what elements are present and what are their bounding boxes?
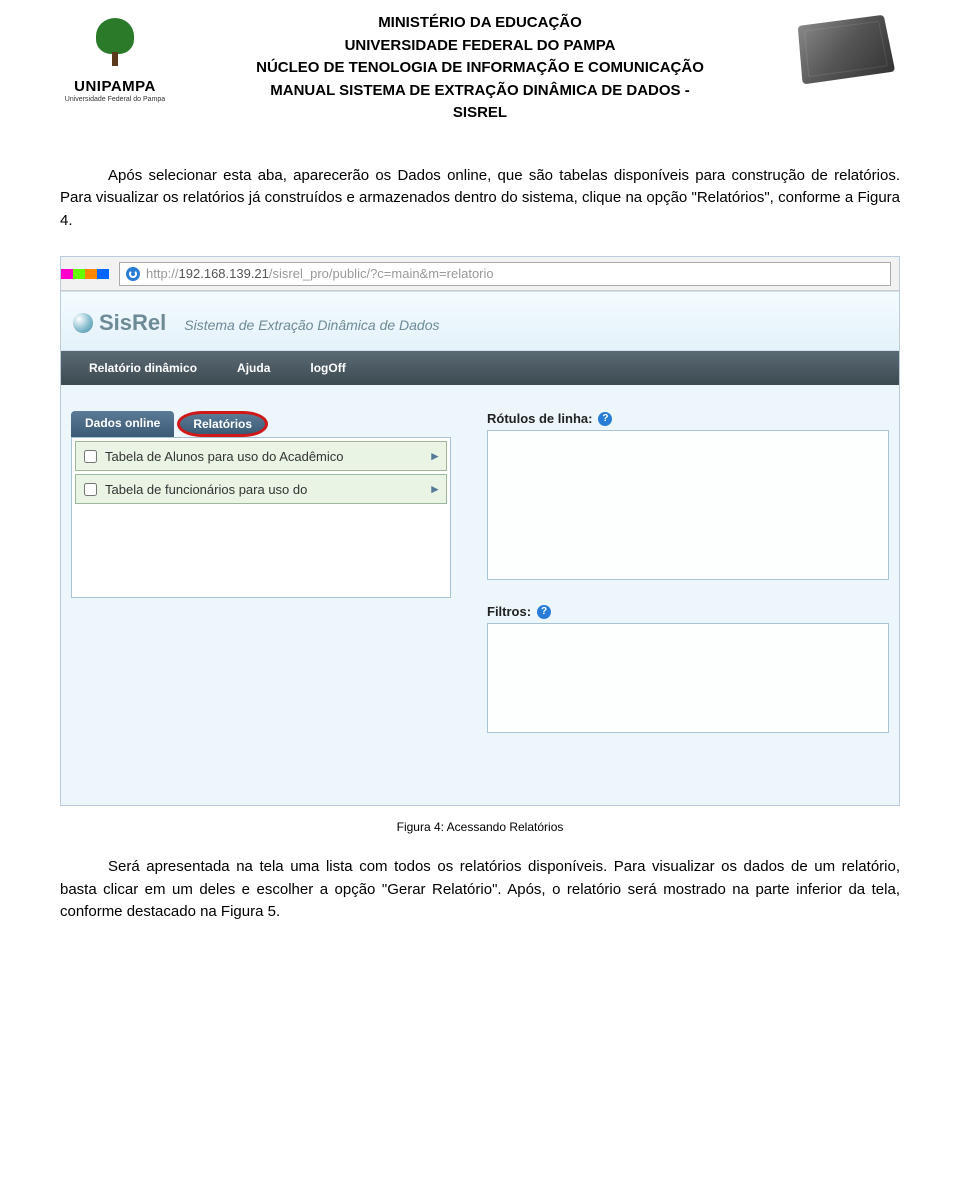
- app-body: Dados online Relatórios Tabela de Alunos…: [61, 385, 899, 805]
- tab-relatorios[interactable]: Relatórios: [177, 411, 268, 437]
- row-labels-text: Rótulos de linha:: [487, 411, 592, 426]
- tree-icon: [65, 18, 165, 78]
- list-item[interactable]: Tabela de Alunos para uso do Acadêmico ▸: [75, 441, 447, 471]
- paragraph-1: Após selecionar esta aba, aparecerão os …: [60, 165, 900, 233]
- help-icon[interactable]: ?: [537, 605, 551, 619]
- header-line-5: SISREL: [170, 102, 790, 125]
- list-item-label: Tabela de Alunos para uso do Acadêmico: [105, 449, 344, 464]
- list-empty-space: [72, 507, 450, 597]
- ie-icon: [126, 267, 140, 281]
- header-line-1: MINISTÉRIO DA EDUCAÇÃO: [170, 12, 790, 35]
- unipampa-logo: UNIPAMPA Universidade Federal do Pampa: [60, 8, 170, 103]
- header-title-block: MINISTÉRIO DA EDUCAÇÃO UNIVERSIDADE FEDE…: [170, 8, 790, 125]
- sisrel-logo: SisRel: [73, 310, 166, 336]
- unipampa-logo-subtitle: Universidade Federal do Pampa: [60, 96, 170, 103]
- list-item-checkbox[interactable]: [84, 483, 97, 496]
- embedded-screenshot: http://192.168.139.21/sisrel_pro/public/…: [60, 256, 900, 806]
- chip-icon: [798, 15, 896, 85]
- tab-dados-online[interactable]: Dados online: [71, 411, 174, 437]
- main-nav: Relatório dinâmico Ajuda logOff: [61, 351, 899, 385]
- tables-list: Tabela de Alunos para uso do Acadêmico ▸…: [71, 437, 451, 598]
- app-header: SisRel Sistema de Extração Dinâmica de D…: [61, 291, 899, 351]
- window-color-strip: [61, 257, 119, 291]
- tab-strip: Dados online Relatórios: [71, 411, 451, 437]
- nav-ajuda[interactable]: Ajuda: [217, 351, 290, 385]
- nav-logoff[interactable]: logOff: [290, 351, 365, 385]
- list-item[interactable]: Tabela de funcionários para uso do ▸: [75, 474, 447, 504]
- figure-caption: Figura 4: Acessando Relatórios: [60, 820, 900, 834]
- chevron-right-icon: ▸: [431, 481, 438, 497]
- filters-header: Filtros: ?: [487, 604, 889, 619]
- filters-dropzone[interactable]: [487, 623, 889, 733]
- app-subtitle: Sistema de Extração Dinâmica de Dados: [184, 317, 439, 333]
- browser-toolbar: http://192.168.139.21/sisrel_pro/public/…: [61, 257, 899, 291]
- filters-text: Filtros:: [487, 604, 531, 619]
- left-panel: Dados online Relatórios Tabela de Alunos…: [71, 411, 451, 795]
- unipampa-logo-text: UNIPAMPA: [60, 78, 170, 95]
- address-url: http://192.168.139.21/sisrel_pro/public/…: [146, 266, 494, 281]
- header-line-3: NÚCLEO DE TENOLOGIA DE INFORMAÇÃO E COMU…: [170, 57, 790, 80]
- header-line-2: UNIVERSIDADE FEDERAL DO PAMPA: [170, 35, 790, 58]
- list-item-checkbox[interactable]: [84, 450, 97, 463]
- list-item-label: Tabela de funcionários para uso do: [105, 482, 307, 497]
- app-name: SisRel: [99, 310, 166, 336]
- document-header: UNIPAMPA Universidade Federal do Pampa M…: [60, 8, 900, 125]
- orb-icon: [73, 313, 93, 333]
- right-panel: Rótulos de linha: ? Filtros: ?: [487, 411, 889, 795]
- nav-relatorio-dinamico[interactable]: Relatório dinâmico: [69, 351, 217, 385]
- address-bar[interactable]: http://192.168.139.21/sisrel_pro/public/…: [119, 262, 891, 286]
- row-labels-dropzone[interactable]: [487, 430, 889, 580]
- help-icon[interactable]: ?: [598, 412, 612, 426]
- row-labels-header: Rótulos de linha: ?: [487, 411, 889, 426]
- header-line-4: MANUAL SISTEMA DE EXTRAÇÃO DINÂMICA DE D…: [170, 80, 790, 103]
- chevron-right-icon: ▸: [431, 448, 438, 464]
- paragraph-2: Será apresentada na tela uma lista com t…: [60, 856, 900, 924]
- ntic-logo: [790, 8, 900, 78]
